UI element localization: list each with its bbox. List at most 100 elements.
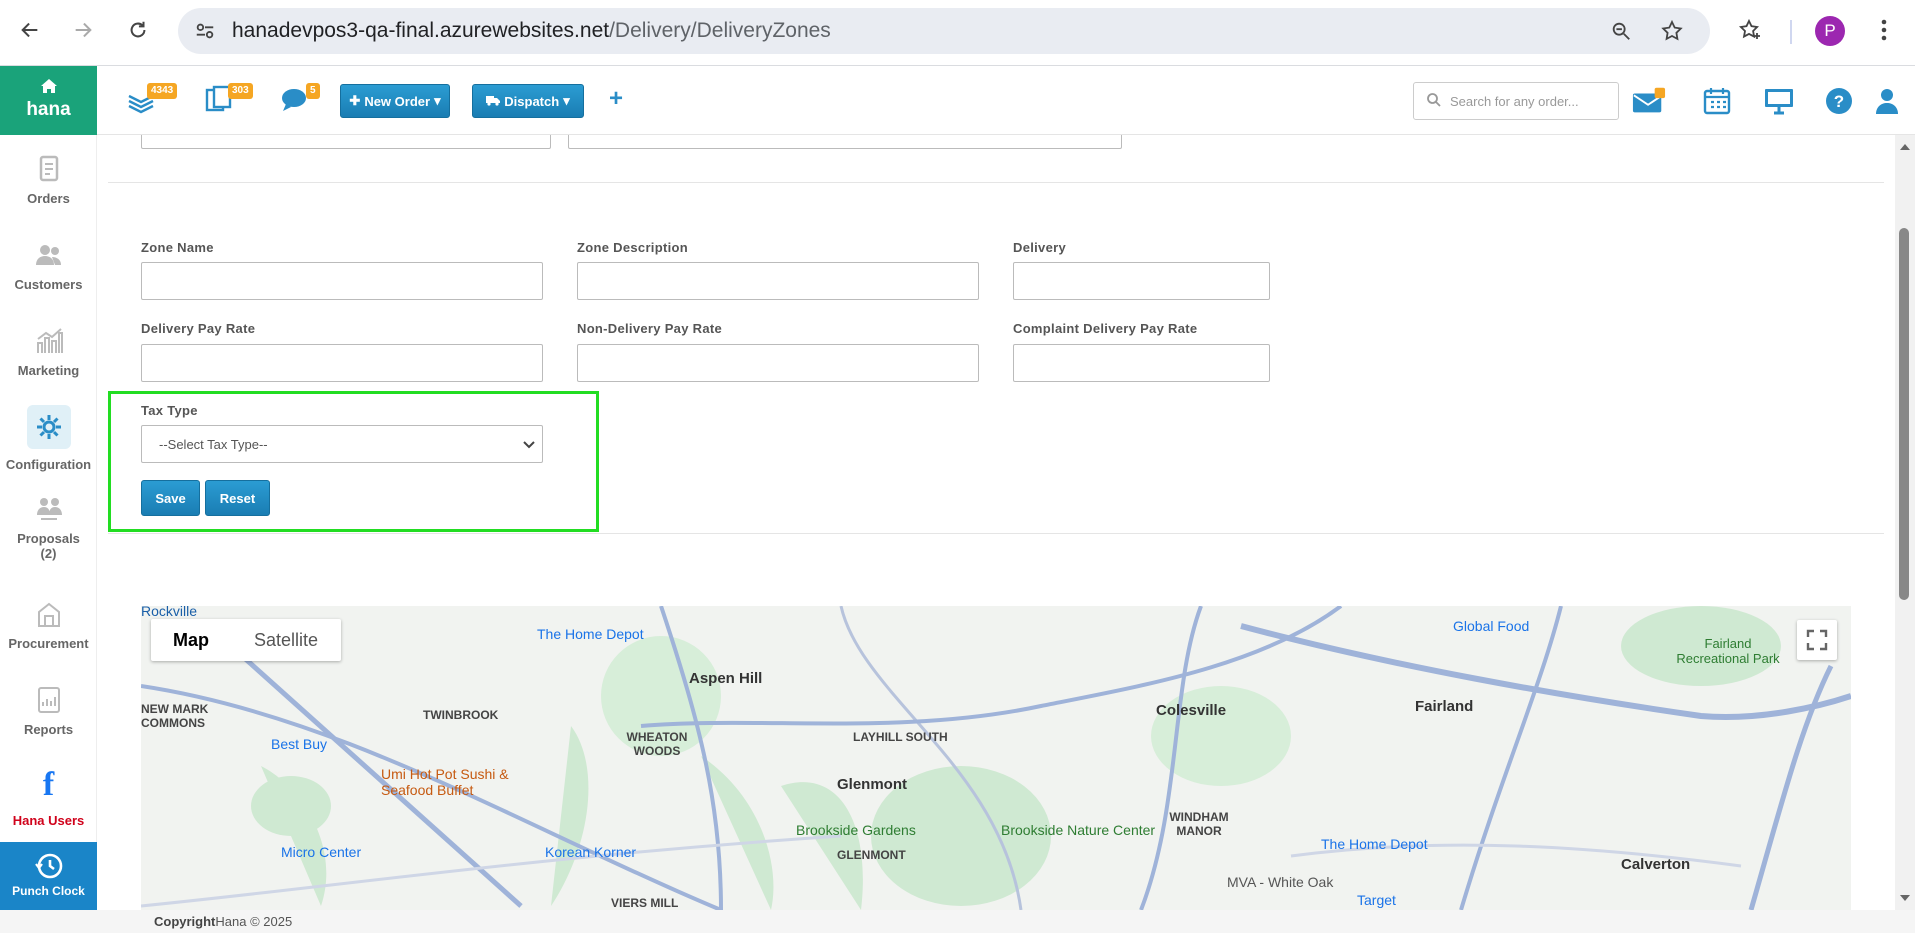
sidebar-label: Reports: [23, 722, 74, 737]
delivery-input[interactable]: [1013, 262, 1270, 300]
place-label: The Home Depot: [1321, 836, 1428, 852]
orders-icon: [35, 155, 63, 183]
help-icon[interactable]: ?: [1822, 84, 1856, 118]
proposals-count: (2): [40, 546, 57, 561]
calendar-icon[interactable]: [1700, 84, 1734, 118]
tax-type-selected: --Select Tax Type--: [159, 436, 268, 452]
user-icon[interactable]: [1870, 84, 1904, 118]
browser-menu-icon[interactable]: [1868, 14, 1900, 46]
orders-count-badge: 4343: [147, 83, 178, 99]
sidebar-label: Configuration: [5, 457, 92, 472]
complaint-delivery-pay-rate-input[interactable]: [1013, 344, 1270, 382]
home-icon: [0, 78, 97, 97]
url-host: hanadevpos3-qa-final.azurewebsites.net: [232, 19, 610, 42]
delivery-pay-rate-label: Delivery Pay Rate: [141, 321, 256, 336]
copyright-label: Copyright: [154, 914, 216, 929]
reset-button[interactable]: Reset: [205, 480, 270, 516]
scroll-up-icon[interactable]: [1895, 139, 1915, 155]
sidebar-item-configuration[interactable]: Configuration: [0, 405, 97, 472]
monitor-icon[interactable]: [1762, 84, 1796, 118]
dispatch-label: Dispatch: [504, 93, 560, 109]
customers-icon: [35, 241, 63, 269]
sidebar-item-hana-users[interactable]: f Hana Users: [0, 768, 97, 829]
place-label: WHEATON WOODS: [626, 730, 688, 758]
place-label: Brookside Gardens: [796, 822, 916, 838]
new-order-button[interactable]: ✚ New Order ▾: [340, 84, 450, 118]
reload-icon[interactable]: [122, 14, 154, 46]
tab-map[interactable]: Map: [151, 619, 231, 661]
sidebar-label: Hana Users: [12, 813, 85, 828]
toolbar-divider: [1790, 20, 1792, 44]
gear-icon: [26, 405, 71, 449]
bookmark-star-icon[interactable]: [1660, 19, 1684, 48]
map-fullscreen-button[interactable]: [1797, 620, 1837, 660]
place-label: NEW MARK COMMONS: [141, 702, 209, 730]
order-search-input[interactable]: Search for any order...: [1413, 82, 1619, 120]
place-label: Glenmont: [837, 776, 907, 793]
tab-satellite[interactable]: Satellite: [231, 619, 341, 661]
clock-icon: [34, 852, 63, 880]
delivery-zone-map[interactable]: Rockville The Home Depot Aspen Hill Glob…: [141, 606, 1851, 910]
place-label: GLENMONT: [837, 848, 906, 862]
place-label: Fairland Recreational Park: [1676, 636, 1780, 666]
place-label: Aspen Hill: [689, 670, 763, 687]
sidebar-item-marketing[interactable]: Marketing: [0, 327, 97, 378]
back-arrow-icon[interactable]: [14, 14, 46, 46]
non-delivery-pay-rate-input[interactable]: [577, 344, 979, 382]
sidebar-label: Procurement: [8, 636, 89, 651]
place-label: Colesville: [1156, 702, 1227, 719]
place-label: Target: [1357, 892, 1396, 908]
sidebar-item-reports[interactable]: Reports: [0, 686, 97, 737]
place-label: MVA - White Oak: [1227, 874, 1334, 890]
browser-toolbar: hanadevpos3-qa-final.azurewebsites.net/D…: [0, 0, 1915, 66]
marketing-chart-icon: [35, 327, 63, 355]
delivery-pay-rate-input[interactable]: [141, 344, 543, 382]
fullscreen-icon: [1806, 629, 1828, 651]
non-delivery-pay-rate-label: Non-Delivery Pay Rate: [577, 321, 723, 336]
place-label: Global Food: [1453, 618, 1530, 634]
reports-icon: [35, 686, 63, 714]
zone-description-input[interactable]: [577, 262, 979, 300]
place-label: The Home Depot: [537, 626, 644, 642]
punch-clock-button[interactable]: Punch Clock: [0, 842, 97, 911]
search-placeholder: Search for any order...: [1450, 93, 1579, 109]
profile-avatar[interactable]: P: [1815, 16, 1845, 46]
section-divider: [108, 533, 1884, 534]
top-field-right[interactable]: [568, 135, 1122, 149]
sidebar-label: Orders: [27, 191, 70, 206]
caret-down-icon: ▾: [434, 93, 441, 108]
sidebar-item-customers[interactable]: Customers: [0, 241, 97, 292]
sidebar-item-procurement[interactable]: Procurement: [0, 600, 97, 651]
complaint-delivery-pay-rate-label: Complaint Delivery Pay Rate: [1013, 321, 1198, 336]
zoom-icon[interactable]: [1610, 20, 1632, 47]
scrollbar-thumb[interactable]: [1899, 228, 1909, 600]
tax-type-select[interactable]: --Select Tax Type--: [141, 425, 543, 463]
place-label: Micro Center: [281, 844, 362, 860]
forward-arrow-icon[interactable]: [67, 14, 99, 46]
map-type-tabs: Map Satellite: [151, 619, 341, 661]
address-bar[interactable]: hanadevpos3-qa-final.azurewebsites.net/D…: [178, 8, 1710, 54]
add-tab-button[interactable]: +: [609, 85, 623, 113]
sidebar-label: Customers: [14, 277, 83, 292]
bookmarks-icon[interactable]: [1734, 14, 1766, 46]
place-label: Brookside Nature Center: [1001, 822, 1156, 838]
zone-name-input[interactable]: [141, 262, 543, 300]
sidebar-item-orders[interactable]: Orders: [0, 155, 97, 206]
place-label: VIERS MILL: [611, 896, 679, 910]
dispatch-button[interactable]: Dispatch ▾: [472, 84, 584, 118]
hana-logo[interactable]: hana: [0, 66, 97, 135]
search-icon: [1426, 92, 1442, 108]
truck-icon: [486, 94, 501, 109]
plus-icon: ✚: [349, 93, 361, 108]
sidebar-label: Marketing: [17, 363, 80, 378]
chat-count-badge: 5: [306, 83, 320, 99]
sidebar-item-proposals[interactable]: Proposals (2): [0, 495, 97, 561]
mail-icon[interactable]: [1632, 84, 1666, 118]
save-button[interactable]: Save: [141, 480, 200, 516]
scroll-down-icon[interactable]: [1895, 890, 1915, 906]
top-field-left[interactable]: [141, 135, 551, 149]
site-info-icon[interactable]: [194, 20, 216, 47]
new-order-label: New Order: [364, 93, 431, 109]
place-label: Umi Hot Pot Sushi & Seafood Buffet: [381, 766, 509, 798]
chevron-down-icon: [522, 437, 536, 451]
